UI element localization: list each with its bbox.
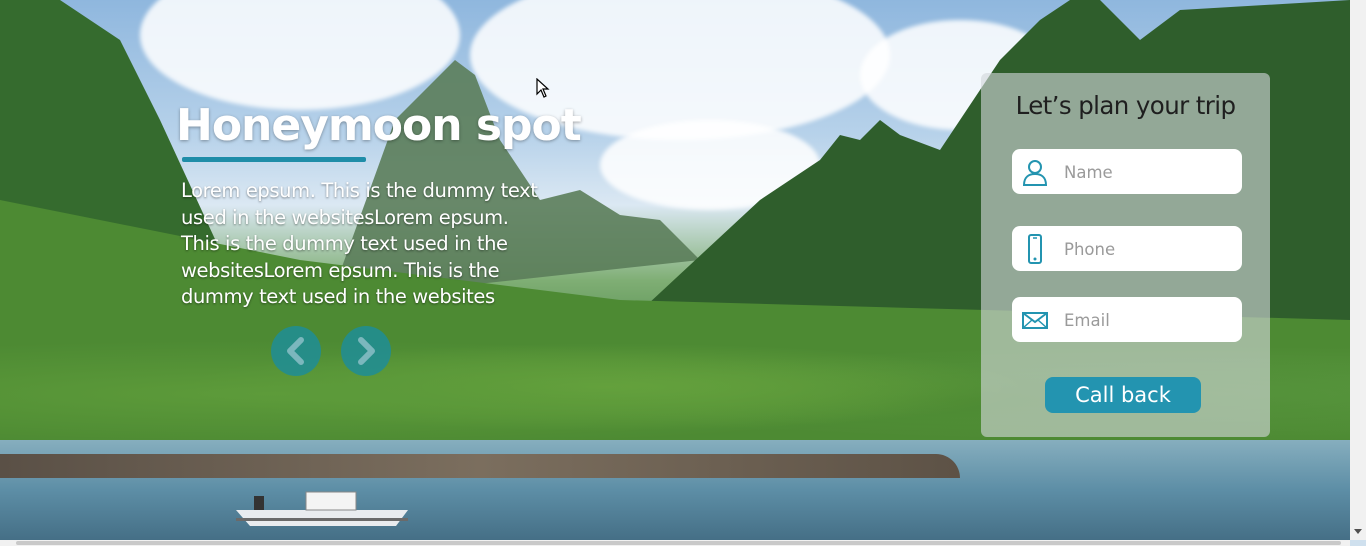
trip-form-panel: Let’s plan your trip Call b bbox=[981, 73, 1270, 437]
rocky-shore bbox=[0, 454, 960, 478]
call-back-button[interactable]: Call back bbox=[1045, 377, 1201, 413]
user-icon bbox=[1022, 160, 1048, 186]
email-field bbox=[1012, 297, 1242, 344]
hero-description: Lorem epsum. This is the dummy text used… bbox=[181, 179, 538, 308]
phone-field bbox=[1012, 226, 1242, 273]
vertical-scrollbar[interactable] bbox=[1350, 0, 1366, 540]
scroll-down-arrow-icon[interactable] bbox=[1354, 529, 1362, 534]
phone-input[interactable] bbox=[1062, 226, 1236, 273]
envelope-icon bbox=[1022, 312, 1048, 329]
mobile-phone-icon bbox=[1028, 234, 1042, 264]
horizontal-scroll-thumb[interactable] bbox=[16, 541, 1341, 545]
chevron-left-icon bbox=[287, 337, 304, 365]
name-input[interactable] bbox=[1062, 149, 1236, 196]
name-field bbox=[1012, 149, 1242, 196]
hero-title: Honeymoon spot bbox=[176, 100, 582, 151]
mouse-cursor-icon bbox=[536, 78, 550, 98]
chevron-right-icon bbox=[358, 337, 375, 365]
title-underline bbox=[182, 157, 366, 162]
email-input[interactable] bbox=[1062, 297, 1236, 344]
prev-slide-button[interactable] bbox=[271, 326, 321, 376]
horizontal-scrollbar[interactable] bbox=[0, 540, 1350, 546]
form-title: Let’s plan your trip bbox=[1015, 91, 1236, 120]
next-slide-button[interactable] bbox=[341, 326, 391, 376]
boat bbox=[236, 491, 408, 526]
hero-banner: Honeymoon spot Lorem epsum. This is the … bbox=[0, 0, 1350, 540]
